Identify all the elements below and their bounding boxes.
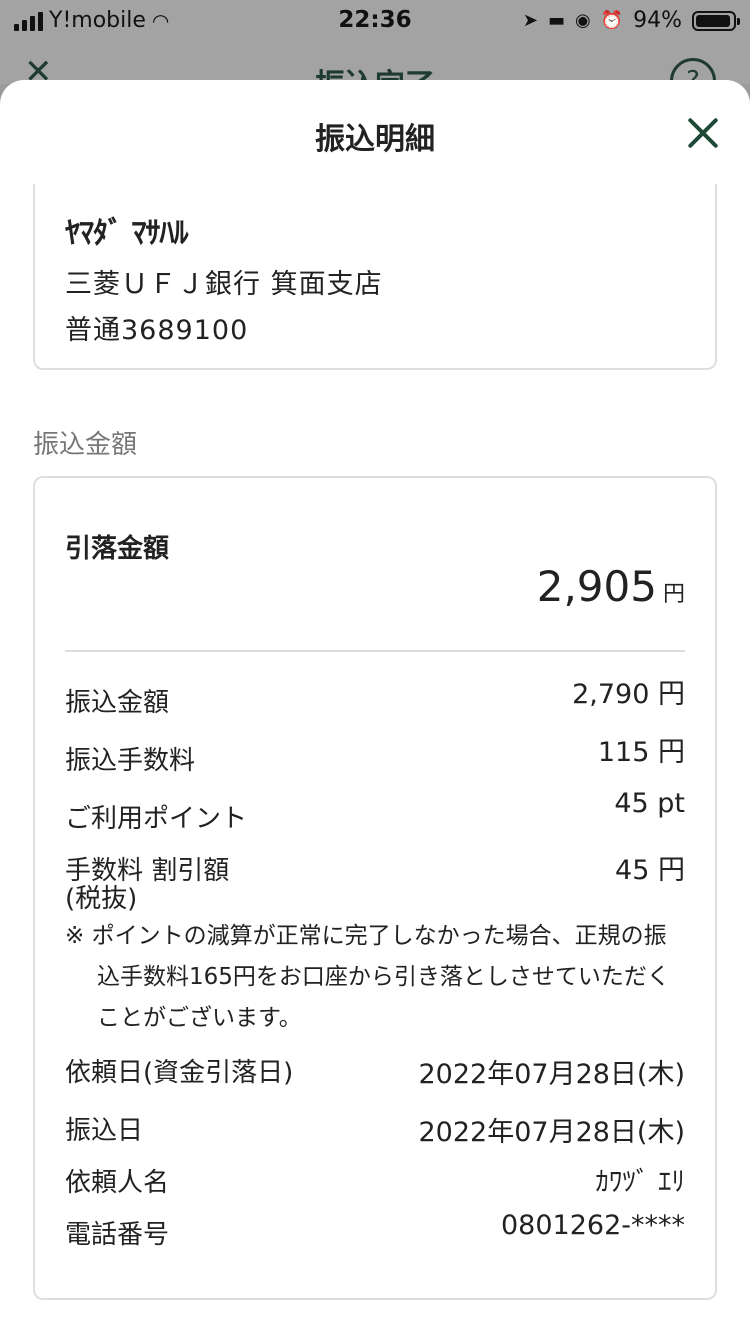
debit-amount-label: 引落金額	[65, 534, 170, 564]
battery-percent: 94%	[633, 8, 682, 33]
points-used-value: 45 pt	[614, 788, 685, 819]
rotation-lock-icon: ◉	[574, 10, 591, 31]
sheet-title: 振込明細	[315, 122, 435, 157]
status-bar: Y!mobile ◠ 22:36 ➤ ▬ ◉ ⏰ 94%	[0, 0, 750, 44]
transfer-amount-value: 2,790 円	[572, 679, 685, 710]
phone-label: 電話番号	[65, 1220, 170, 1250]
amount-section-label: 振込金額	[33, 430, 138, 460]
divider	[65, 650, 685, 652]
phone-value: 0801262-****	[501, 1210, 685, 1241]
debit-amount-number: 2,905	[536, 562, 657, 611]
alarm-icon: ⏰	[600, 10, 624, 31]
request-date-label: 依頼日(資金引落日)	[65, 1058, 294, 1088]
recipient-name: ﾔﾏﾀﾞ ﾏｻﾊﾙ	[65, 216, 188, 251]
recipient-bank: 三菱ＵＦＪ銀行 箕面支店	[65, 269, 383, 300]
debit-amount-unit: 円	[662, 582, 685, 607]
location-icon: ➤	[522, 10, 538, 31]
close-icon[interactable]	[686, 116, 720, 150]
battery-icon	[692, 10, 740, 31]
debit-amount-value: 2,905 円	[537, 562, 685, 611]
fee-discount-value: 45 円	[615, 855, 685, 886]
requester-name-value: ｶﾜﾂﾞ ｴﾘ	[595, 1167, 685, 1198]
transfer-fee-value: 115 円	[597, 737, 685, 768]
recipient-card: ﾔﾏﾀﾞ ﾏｻﾊﾙ 三菱ＵＦＪ銀行 箕面支店 普通3689100	[33, 184, 717, 370]
transfer-date-label: 振込日	[65, 1116, 144, 1146]
request-date-value: 2022年07月28日(木)	[418, 1059, 686, 1090]
fee-discount-sublabel: (税抜)	[65, 884, 138, 914]
bed-icon: ▬	[547, 10, 565, 31]
point-notice: ※ ポイントの減算が正常に完了しなかった場合、正規の振込手数料165円をお口座か…	[65, 923, 670, 1031]
status-icons: ➤ ▬ ◉ ⏰ 94%	[522, 8, 740, 33]
transfer-date-value: 2022年07月28日(木)	[418, 1117, 686, 1148]
transfer-detail-sheet: 振込明細 ﾔﾏﾀﾞ ﾏｻﾊﾙ 三菱ＵＦＪ銀行 箕面支店 普通3689100 振込…	[0, 80, 750, 1334]
transfer-amount-label: 振込金額	[65, 688, 170, 718]
points-used-label: ご利用ポイント	[65, 804, 248, 834]
requester-name-label: 依頼人名	[65, 1168, 170, 1198]
parent-header: ✕ 振込完了 ?	[0, 44, 750, 104]
transfer-fee-label: 振込手数料	[65, 746, 196, 776]
recipient-account: 普通3689100	[65, 315, 249, 346]
sheet-header: 振込明細	[0, 80, 750, 192]
amount-card: 引落金額 2,905 円 振込金額 2,790 円 振込手数料 115 円 ご利用…	[33, 476, 717, 1300]
